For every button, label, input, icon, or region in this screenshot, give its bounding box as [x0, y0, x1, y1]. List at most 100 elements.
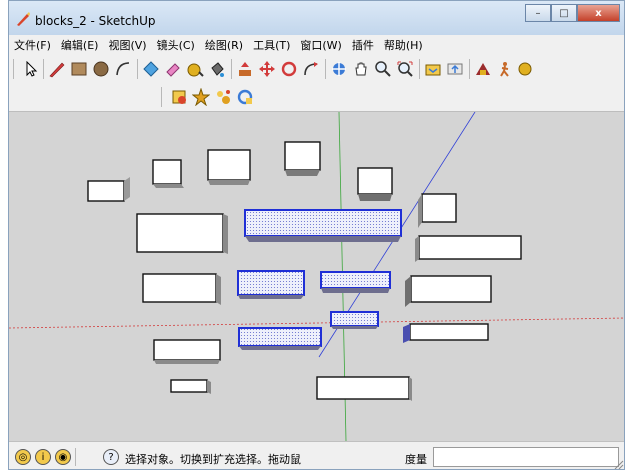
orbit-tool-button[interactable]: [329, 59, 349, 79]
menu-edit[interactable]: 编辑(E): [56, 37, 104, 53]
eraser-tool-button[interactable]: [163, 59, 183, 79]
block[interactable]: [415, 235, 522, 262]
follow-me-icon: [304, 62, 318, 76]
pan-tool-button[interactable]: [351, 59, 371, 79]
geo-location-icon[interactable]: ◎: [15, 449, 31, 465]
hand-icon: [355, 62, 367, 76]
window-title: blocks_2 - SketchUp: [35, 14, 156, 28]
menu-tools[interactable]: 工具(T): [248, 37, 295, 53]
push-pull-icon: [239, 62, 251, 76]
warehouse-icon: [476, 63, 490, 75]
toolbar-separator: [137, 59, 138, 79]
close-icon: x: [595, 7, 602, 19]
status-bar: ◎ i ◉ ? 选择对象。切换到扩充选择。拖动鼠 度量: [9, 441, 624, 470]
block[interactable]: [403, 323, 489, 343]
block[interactable]: [284, 141, 321, 176]
resize-grip-icon[interactable]: [614, 460, 624, 470]
eraser-icon: [166, 63, 180, 77]
selected-block[interactable]: [330, 311, 379, 329]
extra-icon: [518, 62, 532, 76]
follow-me-button[interactable]: [301, 59, 321, 79]
get-models-icon: [425, 64, 441, 76]
menu-bar: 文件(F) 编辑(E) 视图(V) 镜头(C) 绘图(R) 工具(T) 窗口(W…: [9, 35, 624, 55]
block[interactable]: [357, 167, 393, 201]
rectangle-icon: [71, 62, 87, 76]
zoom-extents-button[interactable]: [395, 59, 415, 79]
pencil-icon: [49, 62, 65, 78]
component-warehouse-button[interactable]: [473, 59, 493, 79]
close-button[interactable]: x: [577, 4, 620, 22]
plugin-button-4[interactable]: [235, 87, 255, 107]
menu-window[interactable]: 窗口(W): [295, 37, 346, 53]
block[interactable]: [152, 159, 184, 188]
paint-bucket-button[interactable]: [207, 59, 227, 79]
selected-block[interactable]: [237, 270, 305, 299]
toolbar-grip: [161, 87, 162, 107]
block[interactable]: [418, 193, 457, 228]
toolbar-separator: [43, 59, 44, 79]
plugin-button-2[interactable]: [191, 87, 211, 107]
sketchup-logo-icon: [17, 12, 30, 26]
minimize-button[interactable]: –: [525, 4, 551, 22]
rectangle-tool-button[interactable]: [69, 59, 89, 79]
3d-viewport[interactable]: [9, 112, 625, 441]
credits-icon[interactable]: i: [35, 449, 51, 465]
block[interactable]: [207, 149, 251, 185]
minimize-icon: –: [535, 7, 541, 19]
menu-draw[interactable]: 绘图(R): [200, 37, 248, 53]
rotate-tool-button[interactable]: [279, 59, 299, 79]
make-component-button[interactable]: [141, 59, 161, 79]
measurement-input[interactable]: [433, 447, 619, 467]
user-icon[interactable]: ◉: [55, 449, 71, 465]
main-toolbar: [9, 55, 624, 84]
get-models-button[interactable]: [423, 59, 443, 79]
maximize-button[interactable]: □: [551, 4, 577, 22]
push-pull-button[interactable]: [235, 59, 255, 79]
zoom-extents-icon: [397, 61, 413, 77]
toolbar-grip: [13, 59, 14, 79]
select-tool-button[interactable]: [21, 59, 41, 79]
toolbar-separator: [469, 59, 470, 79]
tape-measure-icon: [187, 63, 204, 77]
help-icon[interactable]: ?: [103, 449, 119, 465]
menu-view[interactable]: 视图(V): [103, 37, 151, 53]
orbit-icon: [332, 62, 346, 76]
plugin-button-3[interactable]: [213, 87, 233, 107]
plugin-button-1[interactable]: [169, 87, 189, 107]
block[interactable]: [170, 379, 211, 394]
tape-measure-button[interactable]: [185, 59, 205, 79]
rotate-icon: [281, 61, 297, 77]
block[interactable]: [87, 177, 130, 202]
plugin-burst-icon: [192, 88, 210, 106]
share-model-button[interactable]: [445, 59, 465, 79]
block[interactable]: [316, 376, 412, 401]
menu-file[interactable]: 文件(F): [9, 37, 56, 53]
block[interactable]: [153, 339, 221, 364]
menu-camera[interactable]: 镜头(C): [152, 37, 200, 53]
selected-block[interactable]: [244, 209, 402, 242]
circle-tool-button[interactable]: [91, 59, 111, 79]
red-axis: [9, 317, 624, 329]
share-model-icon: [447, 63, 463, 75]
extra-tool-button[interactable]: [515, 59, 535, 79]
maximize-icon: □: [559, 7, 569, 19]
status-separator: [75, 448, 76, 466]
walk-tool-button[interactable]: [495, 59, 515, 79]
block[interactable]: [142, 273, 221, 305]
selected-block[interactable]: [238, 327, 322, 350]
block[interactable]: [405, 275, 492, 307]
toolbar-separator: [231, 59, 232, 79]
plugin-sparkle-icon: [217, 90, 230, 104]
status-hint: 选择对象。切换到扩充选择。拖动鼠: [125, 453, 301, 466]
toolbar-separator: [325, 59, 326, 79]
line-tool-button[interactable]: [47, 59, 67, 79]
arc-tool-button[interactable]: [113, 59, 133, 79]
title-bar[interactable]: blocks_2 - SketchUp – □ x: [9, 1, 624, 35]
menu-help[interactable]: 帮助(H): [379, 37, 428, 53]
menu-plugins[interactable]: 插件: [347, 37, 379, 53]
move-tool-button[interactable]: [257, 59, 277, 79]
zoom-tool-button[interactable]: [373, 59, 393, 79]
scene-canvas[interactable]: [9, 112, 625, 441]
selected-block[interactable]: [320, 271, 391, 293]
block[interactable]: [136, 213, 228, 254]
